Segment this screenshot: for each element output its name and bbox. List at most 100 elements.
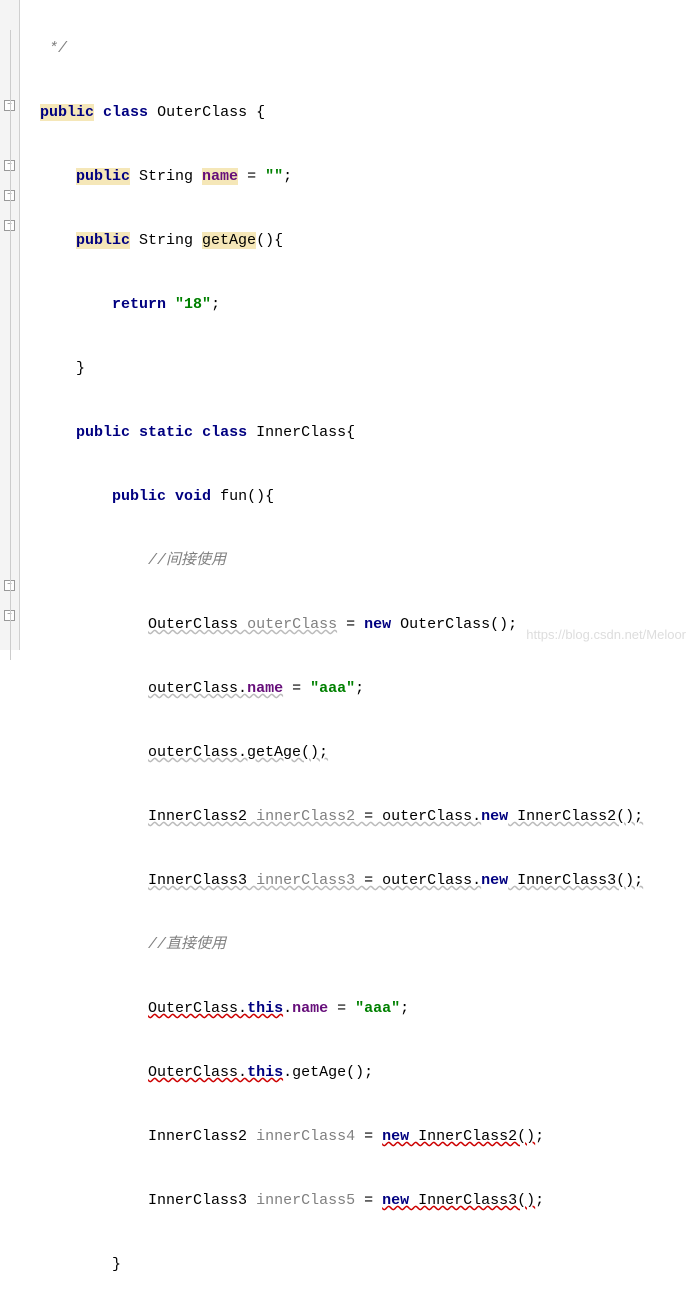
gutter-row: − bbox=[0, 90, 19, 120]
variable: innerClass4 bbox=[256, 1128, 355, 1145]
text: InnerClass2(); bbox=[508, 808, 643, 825]
gutter-row bbox=[0, 630, 19, 660]
class-name: InnerClass{ bbox=[247, 424, 355, 441]
gutter-row bbox=[0, 450, 19, 480]
code-line: public class OuterClass { bbox=[22, 98, 696, 128]
keyword-class: class bbox=[202, 424, 247, 441]
gutter-row bbox=[0, 240, 19, 270]
code-line: InnerClass3 innerClass5 = new InnerClass… bbox=[22, 1186, 696, 1216]
text: InnerClass3 bbox=[148, 872, 256, 889]
code-line: public String getAge(){ bbox=[22, 226, 696, 256]
variable: innerClass3 bbox=[256, 872, 355, 889]
text: OuterClass. bbox=[148, 1000, 247, 1017]
gutter-row bbox=[0, 390, 19, 420]
variable: outerClass bbox=[247, 616, 337, 633]
code-line: InnerClass2 innerClass4 = new InnerClass… bbox=[22, 1122, 696, 1152]
text: (){ bbox=[256, 232, 283, 249]
keyword-public: public bbox=[76, 424, 130, 441]
text: = bbox=[238, 168, 265, 185]
gutter-row bbox=[0, 330, 19, 360]
text: = outerClass. bbox=[355, 872, 481, 889]
text: InnerClass2 bbox=[148, 1128, 256, 1145]
code-line: //间接使用 bbox=[22, 546, 696, 576]
string-literal: "" bbox=[265, 168, 283, 185]
string-literal: "aaa" bbox=[310, 680, 355, 697]
text: = outerClass. bbox=[355, 808, 481, 825]
text: = bbox=[328, 1000, 355, 1017]
code-line: OuterClass.this.name = "aaa"; bbox=[22, 994, 696, 1024]
text: ; bbox=[400, 1000, 409, 1017]
text: InnerClass3(); bbox=[508, 872, 643, 889]
method-name: getAge bbox=[202, 232, 256, 249]
code-line: outerClass.name = "aaa"; bbox=[22, 674, 696, 704]
text: outerClass.getAge(); bbox=[148, 744, 328, 761]
code-line: InnerClass2 innerClass2 = outerClass.new… bbox=[22, 802, 696, 832]
gutter-row bbox=[0, 120, 19, 150]
text: ; bbox=[535, 1192, 544, 1209]
text: InnerClass3 bbox=[148, 1192, 256, 1209]
text: OuterClass(); bbox=[391, 616, 517, 633]
text: InnerClass3() bbox=[409, 1192, 535, 1209]
text: outerClass. bbox=[148, 680, 247, 697]
keyword-this: this bbox=[247, 1000, 283, 1017]
keyword-public: public bbox=[112, 488, 166, 505]
field-name: name bbox=[247, 680, 283, 697]
text: = bbox=[355, 1128, 382, 1145]
code-line: InnerClass3 innerClass3 = outerClass.new… bbox=[22, 866, 696, 896]
gutter-row bbox=[0, 30, 19, 60]
gutter: − − − − − − bbox=[0, 0, 20, 650]
string-literal: "18" bbox=[175, 296, 211, 313]
code-line: public static class InnerClass{ bbox=[22, 418, 696, 448]
gutter-row bbox=[0, 360, 19, 390]
text: { bbox=[247, 104, 265, 121]
code-area[interactable]: */ public class OuterClass { public Stri… bbox=[20, 0, 696, 650]
keyword-new: new bbox=[364, 616, 391, 633]
brace: } bbox=[112, 1256, 121, 1273]
text: String bbox=[130, 232, 202, 249]
code-editor: − − − − − − */ public class OuterClass {… bbox=[0, 0, 696, 650]
code-line: public String name = ""; bbox=[22, 162, 696, 192]
gutter-row bbox=[0, 0, 19, 30]
string-literal: "aaa" bbox=[355, 1000, 400, 1017]
method-name: fun(){ bbox=[211, 488, 274, 505]
text: OuterClass. bbox=[148, 1064, 247, 1081]
code-line: OuterClass.this.getAge(); bbox=[22, 1058, 696, 1088]
keyword-new: new bbox=[382, 1192, 409, 1209]
code-line: } bbox=[22, 1250, 696, 1280]
code-line: //直接使用 bbox=[22, 930, 696, 960]
class-name: OuterClass bbox=[157, 104, 247, 121]
gutter-row bbox=[0, 300, 19, 330]
watermark: https://blog.csdn.net/Meloor bbox=[526, 627, 686, 642]
code-line: } bbox=[22, 354, 696, 384]
gutter-row bbox=[0, 60, 19, 90]
text: .getAge(); bbox=[283, 1064, 373, 1081]
gutter-row bbox=[0, 270, 19, 300]
text: ; bbox=[283, 168, 292, 185]
keyword-public: public bbox=[40, 104, 94, 121]
code-line: return "18"; bbox=[22, 290, 696, 320]
keyword-class: class bbox=[103, 104, 148, 121]
gutter-row: − bbox=[0, 570, 19, 600]
text: = bbox=[337, 616, 364, 633]
gutter-row: − bbox=[0, 600, 19, 630]
text: InnerClass2() bbox=[409, 1128, 535, 1145]
keyword-new: new bbox=[382, 1128, 409, 1145]
gutter-row bbox=[0, 540, 19, 570]
gutter-row bbox=[0, 510, 19, 540]
text: ; bbox=[535, 1128, 544, 1145]
keyword-new: new bbox=[481, 808, 508, 825]
gutter-row: − bbox=[0, 150, 19, 180]
text: . bbox=[283, 1000, 292, 1017]
text: String bbox=[130, 168, 202, 185]
text bbox=[166, 296, 175, 313]
brace: } bbox=[76, 360, 85, 377]
keyword-new: new bbox=[481, 872, 508, 889]
field-name: name bbox=[202, 168, 238, 185]
variable: innerClass5 bbox=[256, 1192, 355, 1209]
text: ; bbox=[355, 680, 364, 697]
text: InnerClass2 bbox=[148, 808, 256, 825]
gutter-row bbox=[0, 420, 19, 450]
keyword-this: this bbox=[247, 1064, 283, 1081]
gutter-row: − bbox=[0, 180, 19, 210]
gutter-row: − bbox=[0, 210, 19, 240]
